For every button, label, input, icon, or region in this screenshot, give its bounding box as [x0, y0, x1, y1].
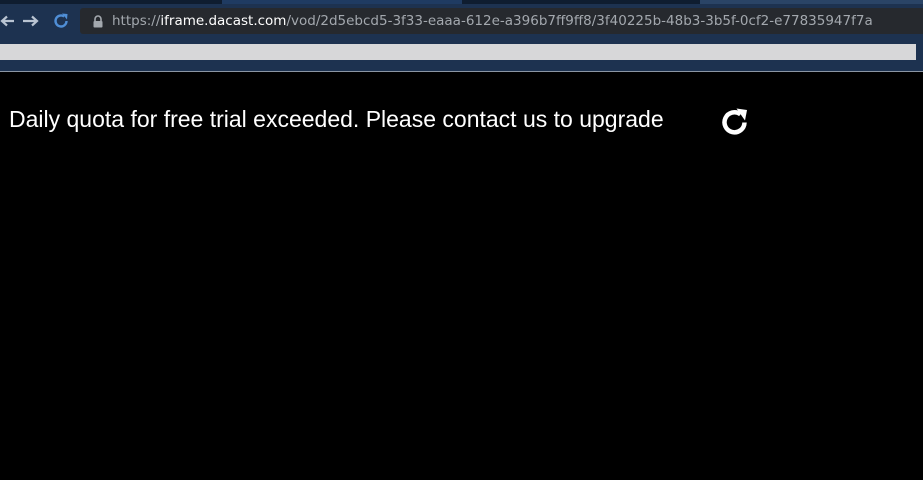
address-bar[interactable]: https://iframe.dacast.com/vod/2d5ebcd5-3… — [80, 8, 923, 34]
arrow-right-icon — [23, 15, 39, 27]
browser-tab[interactable] — [222, 0, 462, 4]
lock-icon[interactable] — [88, 11, 108, 31]
browser-tab[interactable] — [700, 0, 923, 4]
bookmarks-bar-edge — [916, 44, 923, 60]
tab-strip — [0, 0, 923, 4]
url-path: /vod/2d5ebcd5-3f33-eaaa-612e-a396b7ff9ff… — [286, 13, 873, 29]
refresh-icon[interactable] — [718, 105, 752, 139]
reload-button[interactable] — [50, 10, 72, 32]
url-domain: iframe.dacast.com — [160, 13, 287, 29]
back-button[interactable] — [0, 10, 14, 32]
forward-button[interactable] — [20, 10, 42, 32]
bookmarks-bar — [0, 44, 923, 60]
reload-icon — [54, 13, 68, 28]
browser-chrome: https://iframe.dacast.com/vod/2d5ebcd5-3… — [0, 0, 923, 72]
quota-exceeded-message: Daily quota for free trial exceeded. Ple… — [9, 106, 664, 132]
url-text[interactable]: https://iframe.dacast.com/vod/2d5ebcd5-3… — [112, 13, 873, 29]
video-player: Daily quota for free trial exceeded. Ple… — [0, 72, 923, 480]
url-scheme: https:// — [112, 13, 161, 29]
arrow-left-icon — [0, 15, 14, 27]
